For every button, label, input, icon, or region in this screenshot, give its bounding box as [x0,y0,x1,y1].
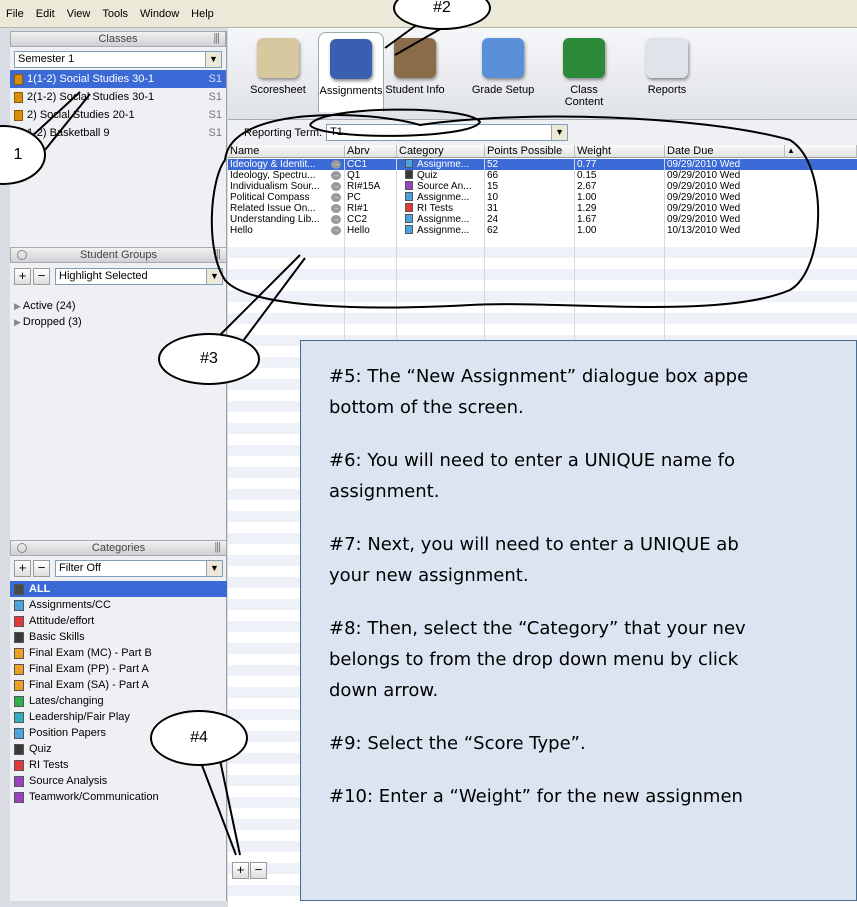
annotation-balloon-3: #3 [158,333,260,385]
annotation-balloon-4: #4 [150,710,248,766]
annotation-balloon-4-label: #4 [190,729,208,746]
annotation-balloon-2-label: #2 [433,0,451,16]
annotation-overlay [29,9,820,856]
annotation-balloon-3-label: #3 [200,350,218,367]
annotation-balloon-1-label: 1 [13,146,23,163]
